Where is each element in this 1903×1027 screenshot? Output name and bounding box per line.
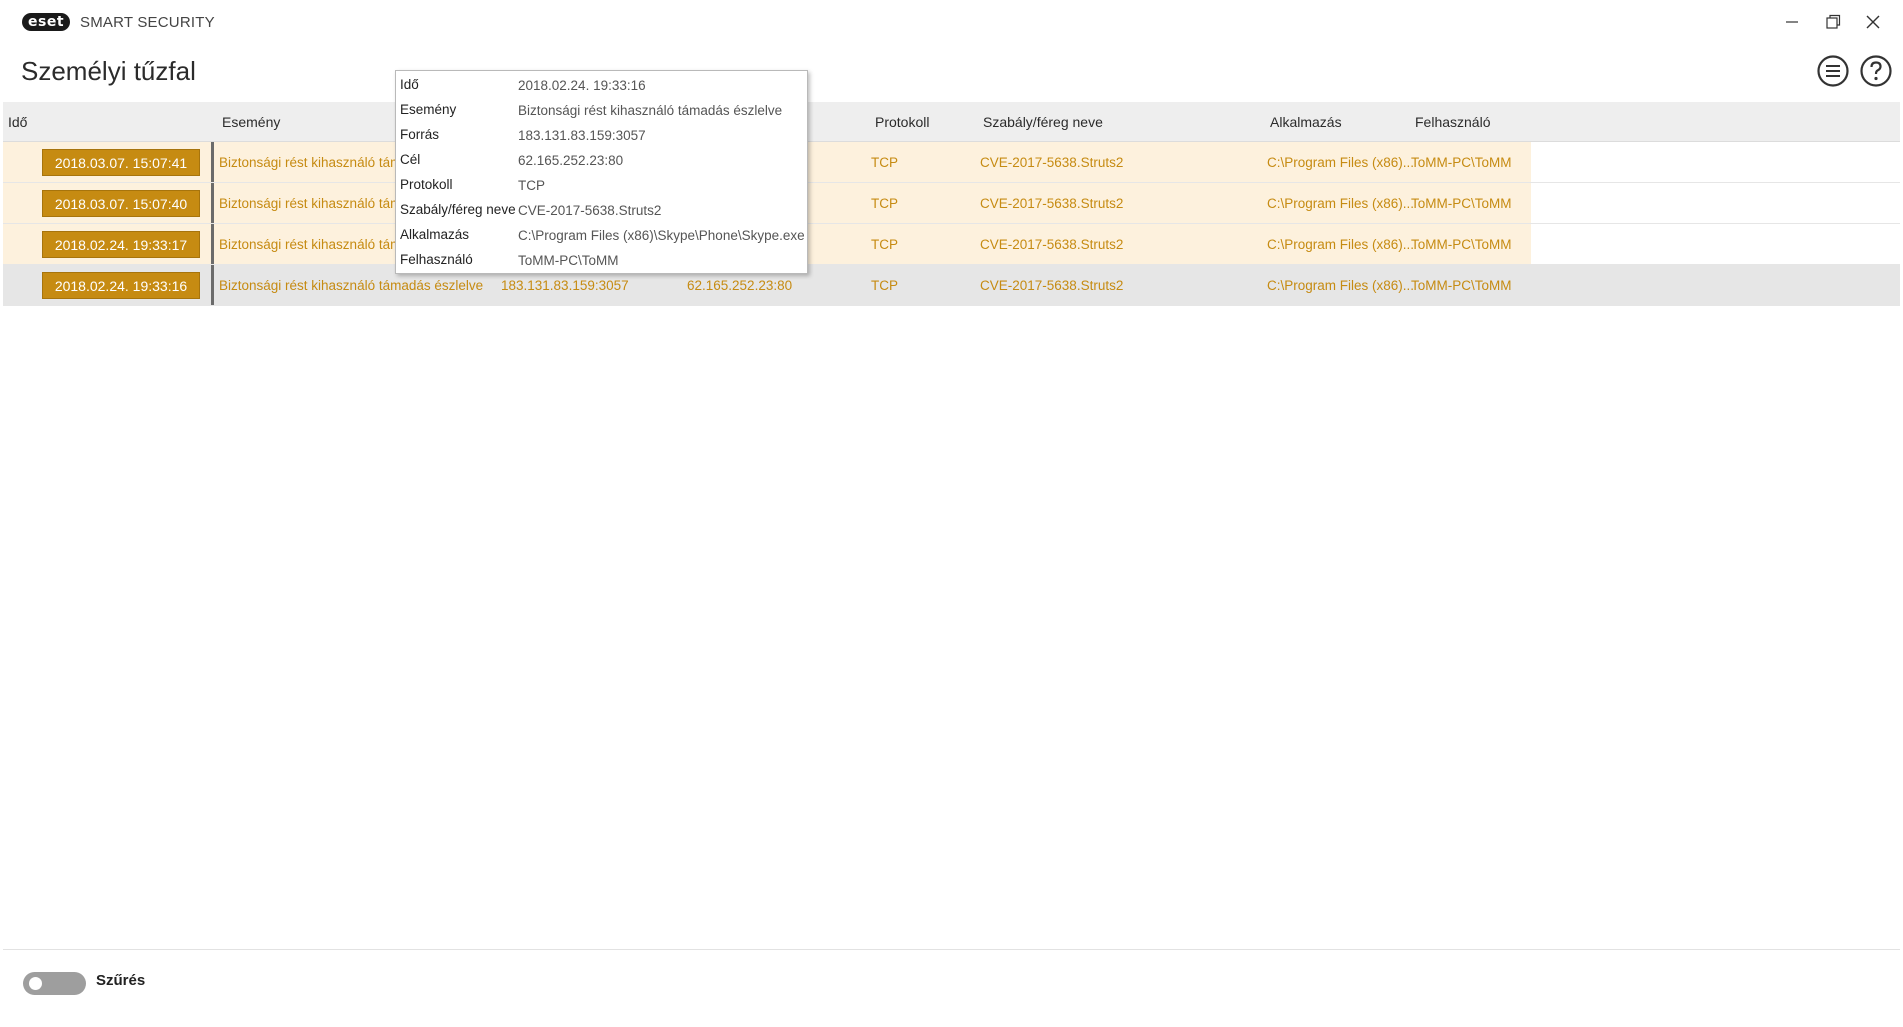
close-button[interactable]: [1855, 8, 1891, 36]
filter-label: Szűrés: [96, 972, 146, 989]
table-row[interactable]: 2018.03.07. 15:07:40 Biztonsági rést kih…: [3, 183, 1900, 224]
row-separator: [211, 142, 214, 182]
column-header-time[interactable]: Idő: [8, 114, 27, 130]
tooltip-label: Forrás: [400, 127, 440, 142]
filter-toggle[interactable]: [23, 972, 86, 995]
row-separator: [211, 224, 214, 264]
tooltip-value: 62.165.252.23:80: [518, 153, 624, 168]
cell-application: C:\Program Files (x86)...: [1267, 237, 1415, 252]
tooltip-label: Szabály/féreg neve: [400, 202, 516, 217]
cell-user: ToMM-PC\ToMM: [1411, 237, 1512, 252]
page-title: Személyi tűzfal: [21, 56, 196, 86]
tooltip-row: Cél 62.165.252.23:80: [400, 152, 805, 174]
cell-event: Biztonsági rést kihasználó támadás észle…: [219, 278, 484, 293]
cell-user: ToMM-PC\ToMM: [1411, 278, 1512, 293]
table-header: Idő Esemény Protokoll Szabály/féreg neve…: [3, 102, 1900, 142]
tooltip-value: 2018.02.24. 19:33:16: [518, 78, 646, 93]
column-header-rule[interactable]: Szabály/féreg neve: [983, 114, 1103, 130]
tooltip-value: ToMM-PC\ToMM: [518, 253, 619, 268]
tooltip-value: CVE-2017-5638.Struts2: [518, 203, 662, 218]
cell-rule: CVE-2017-5638.Struts2: [980, 155, 1124, 170]
cell-event: Biztonsági rést kihasználó támadás észle…: [219, 237, 419, 252]
tooltip-row: Esemény Biztonsági rést kihasználó támad…: [400, 102, 805, 124]
tooltip-row: Forrás 183.131.83.159:3057: [400, 127, 805, 149]
table-row-selected[interactable]: 2018.02.24. 19:33:16 Biztonsági rést kih…: [3, 265, 1900, 306]
cell-protocol: TCP: [871, 155, 898, 170]
restore-icon: [1826, 14, 1841, 29]
cell-user: ToMM-PC\ToMM: [1411, 155, 1512, 170]
table-row[interactable]: 2018.03.07. 15:07:41 Biztonsági rést kih…: [3, 142, 1900, 183]
cell-rule: CVE-2017-5638.Struts2: [980, 278, 1124, 293]
tooltip-row: Szabály/féreg neve CVE-2017-5638.Struts2: [400, 202, 805, 224]
tooltip-row: Protokoll TCP: [400, 177, 805, 199]
tooltip-row: Alkalmazás C:\Program Files (x86)\Skype\…: [400, 227, 805, 249]
tooltip-label: Idő: [400, 77, 419, 92]
tooltip-label: Cél: [400, 152, 421, 167]
column-header-application[interactable]: Alkalmazás: [1270, 114, 1342, 130]
tooltip-label: Felhasználó: [400, 252, 473, 267]
close-icon: [1866, 15, 1880, 29]
column-header-user[interactable]: Felhasználó: [1415, 114, 1491, 130]
minimize-icon: [1786, 21, 1798, 23]
tooltip-value: Biztonsági rést kihasználó támadás észle…: [518, 103, 783, 118]
help-button[interactable]: [1859, 54, 1893, 88]
cell-user: ToMM-PC\ToMM: [1411, 196, 1512, 211]
cell-protocol: TCP: [871, 237, 898, 252]
tooltip-value: TCP: [518, 178, 545, 193]
cell-application: C:\Program Files (x86)...: [1267, 196, 1415, 211]
tooltip-row: Felhasználó ToMM-PC\ToMM: [400, 252, 805, 274]
cell-target: 62.165.252.23:80: [687, 278, 793, 293]
tooltip-value: 183.131.83.159:3057: [518, 128, 646, 143]
column-header-event[interactable]: Esemény: [222, 114, 280, 130]
column-header-protocol[interactable]: Protokoll: [875, 114, 929, 130]
cell-rule: CVE-2017-5638.Struts2: [980, 196, 1124, 211]
cell-event: Biztonsági rést kihasználó támadás észle…: [219, 196, 419, 211]
tooltip-row: Idő 2018.02.24. 19:33:16: [400, 77, 805, 99]
tooltip-label: Esemény: [400, 102, 457, 117]
maximize-button[interactable]: [1815, 8, 1851, 36]
menu-icon: [1817, 55, 1849, 87]
row-separator: [211, 265, 214, 305]
tooltip-label: Alkalmazás: [400, 227, 470, 242]
menu-button[interactable]: [1816, 54, 1850, 88]
row-separator: [211, 183, 214, 223]
time-badge: 2018.03.07. 15:07:40: [42, 190, 200, 217]
minimize-button[interactable]: [1774, 8, 1810, 36]
cell-event: Biztonsági rést kihasználó támadás észle…: [219, 155, 419, 170]
cell-protocol: TCP: [871, 196, 898, 211]
time-badge: 2018.03.07. 15:07:41: [42, 149, 200, 176]
app-name: SMART SECURITY: [80, 13, 215, 31]
cell-application: C:\Program Files (x86)...: [1267, 155, 1415, 170]
time-badge: 2018.02.24. 19:33:16: [42, 272, 200, 299]
title-bar: eset SMART SECURITY: [0, 0, 1903, 44]
firewall-log-table: Idő Esemény Protokoll Szabály/féreg neve…: [3, 102, 1900, 306]
cell-application: C:\Program Files (x86)...: [1267, 278, 1415, 293]
cell-rule: CVE-2017-5638.Struts2: [980, 237, 1124, 252]
tooltip-label: Protokoll: [400, 177, 453, 192]
eset-logo: eset SMART SECURITY: [22, 13, 215, 31]
tooltip-value: C:\Program Files (x86)\Skype\Phone\Skype…: [518, 228, 805, 243]
help-icon: [1860, 55, 1892, 87]
time-badge: 2018.02.24. 19:33:17: [42, 231, 200, 258]
logo-badge: eset: [22, 13, 71, 31]
table-row[interactable]: 2018.02.24. 19:33:17 Biztonsági rést kih…: [3, 224, 1900, 265]
toggle-knob: [29, 977, 42, 990]
cell-source: 183.131.83.159:3057: [501, 278, 629, 293]
detail-tooltip: Idő 2018.02.24. 19:33:16 Esemény Biztons…: [395, 70, 808, 274]
footer-divider: [3, 949, 1900, 950]
cell-protocol: TCP: [871, 278, 898, 293]
